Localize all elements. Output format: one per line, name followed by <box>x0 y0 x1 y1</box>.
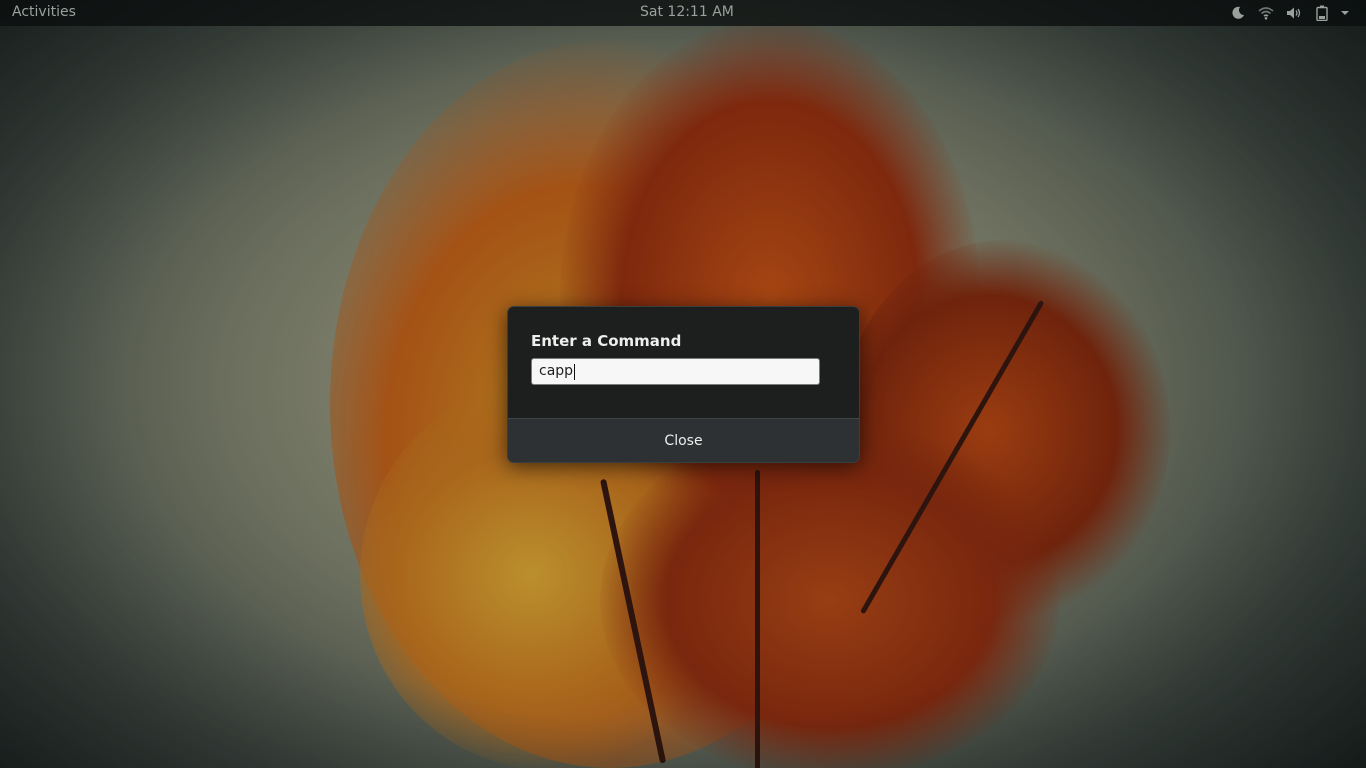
chevron-down-icon[interactable] <box>1337 5 1353 21</box>
command-input[interactable]: capp <box>531 358 820 385</box>
close-button[interactable]: Close <box>508 418 859 462</box>
text-caret <box>574 363 576 380</box>
night-light-icon[interactable] <box>1230 5 1246 21</box>
command-input-value: capp <box>539 363 574 379</box>
top-bar: Activities Sat 12:11 AM <box>0 0 1366 26</box>
volume-icon[interactable] <box>1286 5 1302 21</box>
clock[interactable]: Sat 12:11 AM <box>640 4 734 20</box>
run-command-dialog: Enter a Command capp Close <box>507 306 860 463</box>
activities-button[interactable]: Activities <box>12 4 76 20</box>
wifi-icon[interactable] <box>1258 5 1274 21</box>
battery-icon[interactable] <box>1314 5 1330 21</box>
dialog-title: Enter a Command <box>531 332 682 350</box>
desktop: Activities Sat 12:11 AM Enter a Command … <box>0 0 1366 768</box>
close-button-label: Close <box>664 433 703 449</box>
